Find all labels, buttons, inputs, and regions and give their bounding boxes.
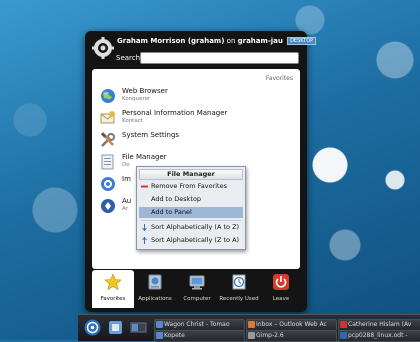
- envelope-icon: [100, 111, 115, 124]
- task-app-icon: [340, 321, 347, 328]
- favorite-item-pim[interactable]: Personal Information Manager Kontact: [100, 109, 290, 129]
- item-name: Personal Information Manager: [122, 109, 228, 117]
- context-menu-title: File Manager: [139, 169, 243, 180]
- taskbar-task[interactable]: pcp0288_linux.odt -: [338, 330, 420, 342]
- item-name: Im: [122, 175, 131, 183]
- desktop-badge: DESKTOP: [287, 37, 317, 45]
- menu-item-add-to-panel[interactable]: Add to Panel: [139, 207, 243, 218]
- context-menu: File Manager Remove From Favorites Add t…: [136, 166, 246, 250]
- kde-user-icon: [92, 37, 114, 59]
- user-line: Graham Morrison (graham) on graham-jau D…: [117, 37, 317, 45]
- tab-favorites[interactable]: Favorites: [92, 270, 134, 308]
- task-label: pcp0288_linux.odt -: [348, 332, 408, 339]
- task-label: Wagon Christ - Tomao: [164, 321, 230, 328]
- search-input[interactable]: [140, 52, 299, 64]
- taskbar: Wagon Christ - Tomao Inbox – Outlook Web…: [78, 314, 420, 342]
- item-subtitle: Konqueror: [122, 96, 151, 102]
- on-text: on: [226, 37, 236, 45]
- task-app-icon: [156, 321, 163, 328]
- favorite-item-web-browser[interactable]: Web Browser Konqueror: [100, 87, 290, 107]
- item-name: File Manager: [122, 153, 167, 161]
- taskbar-task[interactable]: Gimp-2.6: [246, 330, 337, 342]
- tab-label: Recently Used: [219, 296, 259, 302]
- task-label: Inbox – Outlook Web Ac: [256, 321, 327, 328]
- messenger-icon: [101, 177, 115, 191]
- star-icon: [104, 273, 122, 291]
- tab-applications[interactable]: Applications: [134, 270, 176, 308]
- globe-icon: [101, 89, 115, 103]
- item-name: System Settings: [122, 131, 180, 139]
- menu-item-remove-from-favorites[interactable]: Remove From Favorites: [139, 181, 243, 192]
- pager-icon[interactable]: [130, 319, 147, 336]
- task-app-icon: [340, 332, 347, 339]
- launcher-header: Graham Morrison (graham) on graham-jau D…: [85, 31, 317, 67]
- menu-item-label: Sort Alphabetically (Z to A): [151, 236, 240, 244]
- applications-icon: [148, 274, 162, 290]
- tab-recently-used[interactable]: Recently Used: [218, 270, 260, 308]
- item-subtitle: Ar: [122, 206, 129, 212]
- power-icon: [273, 274, 289, 290]
- task-label: Kopete: [164, 332, 185, 339]
- computer-icon: [189, 275, 205, 290]
- menu-separator: [141, 220, 241, 221]
- folder-icon: [101, 154, 114, 170]
- tab-leave[interactable]: Leave: [260, 270, 302, 308]
- item-name: Web Browser: [122, 87, 168, 95]
- tools-icon: [100, 132, 115, 147]
- dialog-icon: [101, 199, 115, 213]
- task-label: Catherine Hislam (Av: [348, 321, 412, 328]
- user-name: Graham Morrison (graham): [117, 37, 225, 45]
- host-name: graham-jau: [237, 37, 283, 45]
- launcher-tabs: Favorites Applications Computer Recently…: [92, 270, 300, 308]
- taskbar-task[interactable]: Kopete: [154, 330, 245, 342]
- clock-icon: [232, 274, 246, 290]
- task-app-icon: [156, 332, 163, 339]
- sort-az-icon: [142, 224, 147, 231]
- menu-item-label: Remove From Favorites: [151, 182, 227, 190]
- tab-label: Computer: [183, 296, 211, 302]
- menu-item-label: Sort Alphabetically (A to Z): [151, 223, 240, 231]
- item-subtitle: Kontact: [122, 118, 143, 124]
- sort-za-icon: [142, 237, 147, 244]
- menu-item-label: Add to Panel: [151, 208, 192, 216]
- task-app-icon: [248, 332, 255, 339]
- menu-item-add-to-desktop[interactable]: Add to Desktop: [139, 194, 243, 205]
- menu-item-label: Add to Desktop: [151, 195, 202, 203]
- task-label: Gimp-2.6: [256, 332, 284, 339]
- favorites-heading: Favorites: [265, 75, 293, 82]
- remove-icon: [141, 185, 148, 188]
- search-label: Search:: [116, 54, 143, 62]
- item-subtitle: Do: [122, 162, 130, 168]
- tab-label: Favorites: [100, 296, 126, 302]
- kde-menu-icon[interactable]: [84, 319, 101, 336]
- favorite-item-system-settings[interactable]: System Settings: [100, 131, 290, 151]
- task-app-icon: [248, 321, 255, 328]
- tab-label: Leave: [272, 296, 290, 302]
- item-name: Au: [122, 197, 132, 205]
- menu-item-sort-az[interactable]: Sort Alphabetically (A to Z): [139, 222, 243, 233]
- menu-item-sort-za[interactable]: Sort Alphabetically (Z to A): [139, 235, 243, 246]
- notes-icon[interactable]: [107, 319, 124, 336]
- tab-label: Applications: [138, 296, 172, 302]
- tab-computer[interactable]: Computer: [176, 270, 218, 308]
